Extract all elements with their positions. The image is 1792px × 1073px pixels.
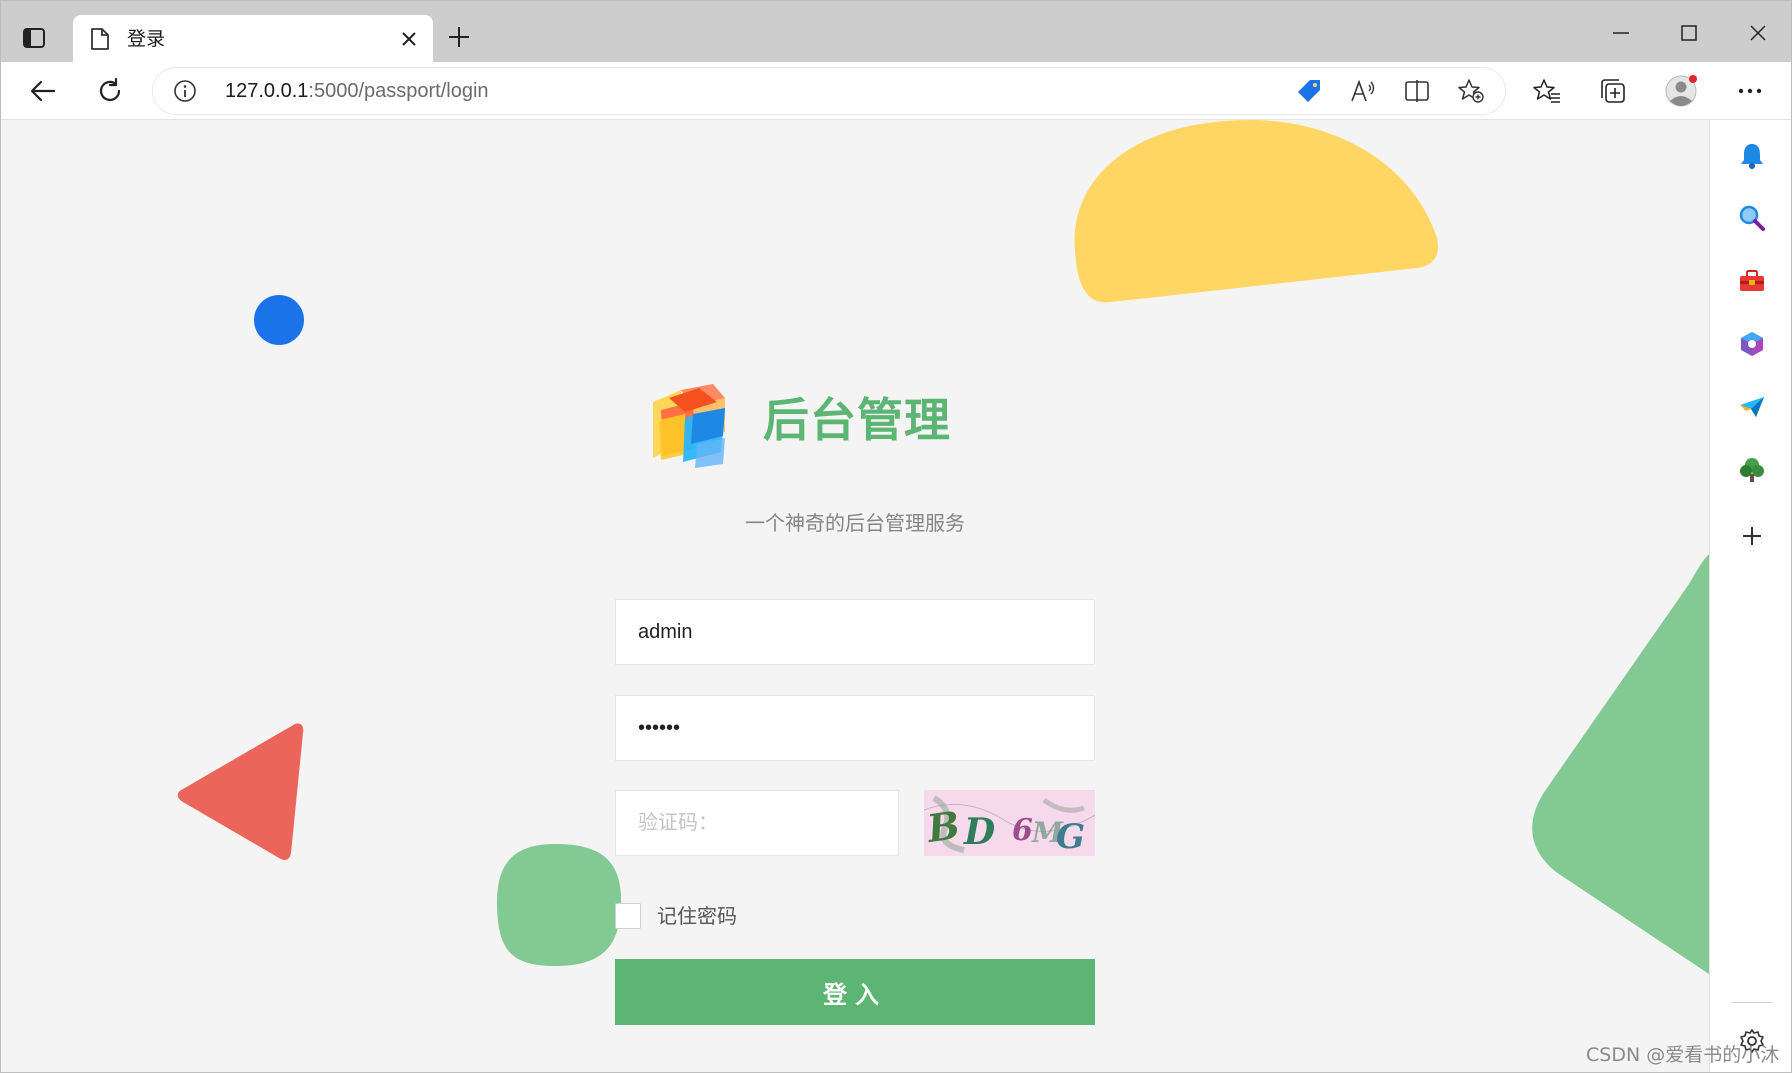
tree-icon[interactable] bbox=[1736, 454, 1768, 486]
url-path: :5000/passport/login bbox=[308, 80, 489, 102]
tag-icon[interactable] bbox=[1295, 77, 1323, 105]
svg-text:6: 6 bbox=[1012, 813, 1033, 848]
app-title: 后台管理 bbox=[763, 393, 951, 447]
plus-icon[interactable] bbox=[445, 23, 473, 51]
remember-checkbox[interactable] bbox=[615, 903, 641, 929]
username-input[interactable] bbox=[616, 600, 1094, 664]
blue-dot-decoration bbox=[254, 295, 304, 345]
captcha-input[interactable] bbox=[616, 791, 898, 855]
bell-icon[interactable] bbox=[1736, 140, 1768, 172]
csdn-watermark: CSDN @爱看书的小沐 bbox=[1586, 1044, 1780, 1066]
app-logo-block: 后台管理 bbox=[641, 374, 961, 474]
browser-toolbar: 127.0.0.1:5000/passport/login bbox=[1, 62, 1791, 120]
page-icon bbox=[89, 27, 111, 51]
svg-text:G: G bbox=[1056, 817, 1085, 856]
favorites-icon[interactable] bbox=[1529, 73, 1565, 109]
info-icon[interactable] bbox=[173, 79, 197, 103]
browser-window: 登录 127.0.0.1:5000/passport/login 后台管理 一个… bbox=[0, 0, 1792, 1073]
yellow-semicircle-decoration bbox=[1074, 120, 1439, 303]
red-triangle-decoration bbox=[177, 723, 304, 861]
username-field[interactable] bbox=[615, 599, 1095, 665]
green-triangle-decoration bbox=[1532, 554, 1709, 974]
remember-label: 记住密码 bbox=[657, 904, 737, 928]
svg-text:B: B bbox=[924, 802, 963, 851]
more-icon[interactable] bbox=[1732, 73, 1768, 109]
refresh-icon[interactable] bbox=[92, 73, 128, 109]
tab-actions-icon[interactable] bbox=[19, 23, 49, 53]
captcha-image[interactable]: B D 6 M G bbox=[924, 790, 1095, 856]
captcha-field[interactable] bbox=[615, 790, 899, 856]
password-input[interactable] bbox=[616, 696, 1094, 760]
profile-icon[interactable] bbox=[1663, 73, 1699, 109]
split-screen-icon[interactable] bbox=[1403, 77, 1431, 105]
tab-title: 登录 bbox=[127, 28, 166, 50]
active-tab[interactable]: 登录 bbox=[73, 15, 433, 62]
collections-icon[interactable] bbox=[1595, 73, 1631, 109]
send-icon[interactable] bbox=[1736, 391, 1768, 423]
search-icon[interactable] bbox=[1736, 202, 1768, 234]
captcha-graphic: B D 6 M G bbox=[924, 795, 1095, 856]
maximize-icon[interactable] bbox=[1673, 19, 1705, 47]
address-bar[interactable]: 127.0.0.1:5000/passport/login bbox=[153, 68, 1505, 114]
login-button[interactable]: 登入 bbox=[615, 959, 1095, 1025]
green-blob-decoration bbox=[497, 844, 621, 966]
window-close-icon[interactable] bbox=[1742, 19, 1774, 47]
back-arrow-icon[interactable] bbox=[25, 73, 61, 109]
plus-icon[interactable] bbox=[1736, 520, 1768, 552]
app-subtitle: 一个神奇的后台管理服务 bbox=[745, 511, 965, 535]
toolbox-icon[interactable] bbox=[1736, 265, 1768, 297]
svg-text:D: D bbox=[963, 811, 995, 853]
url-host: 127.0.0.1 bbox=[225, 80, 309, 102]
sidebar-divider bbox=[1732, 1002, 1772, 1003]
read-aloud-icon[interactable] bbox=[1349, 77, 1377, 105]
edge-sidebar bbox=[1709, 120, 1791, 1072]
close-icon[interactable] bbox=[397, 27, 421, 51]
star-add-icon[interactable] bbox=[1457, 77, 1485, 105]
password-field[interactable] bbox=[615, 695, 1095, 761]
page-content: 后台管理 一个神奇的后台管理服务 B D 6 M G bbox=[1, 120, 1709, 1072]
url-text[interactable]: 127.0.0.1:5000/passport/login bbox=[225, 79, 489, 103]
tab-strip: 登录 bbox=[1, 1, 1791, 62]
minimize-icon[interactable] bbox=[1605, 19, 1637, 47]
remember-password-row[interactable]: 记住密码 bbox=[615, 901, 737, 931]
cube-logo-icon bbox=[653, 384, 725, 468]
office-icon[interactable] bbox=[1736, 328, 1768, 360]
